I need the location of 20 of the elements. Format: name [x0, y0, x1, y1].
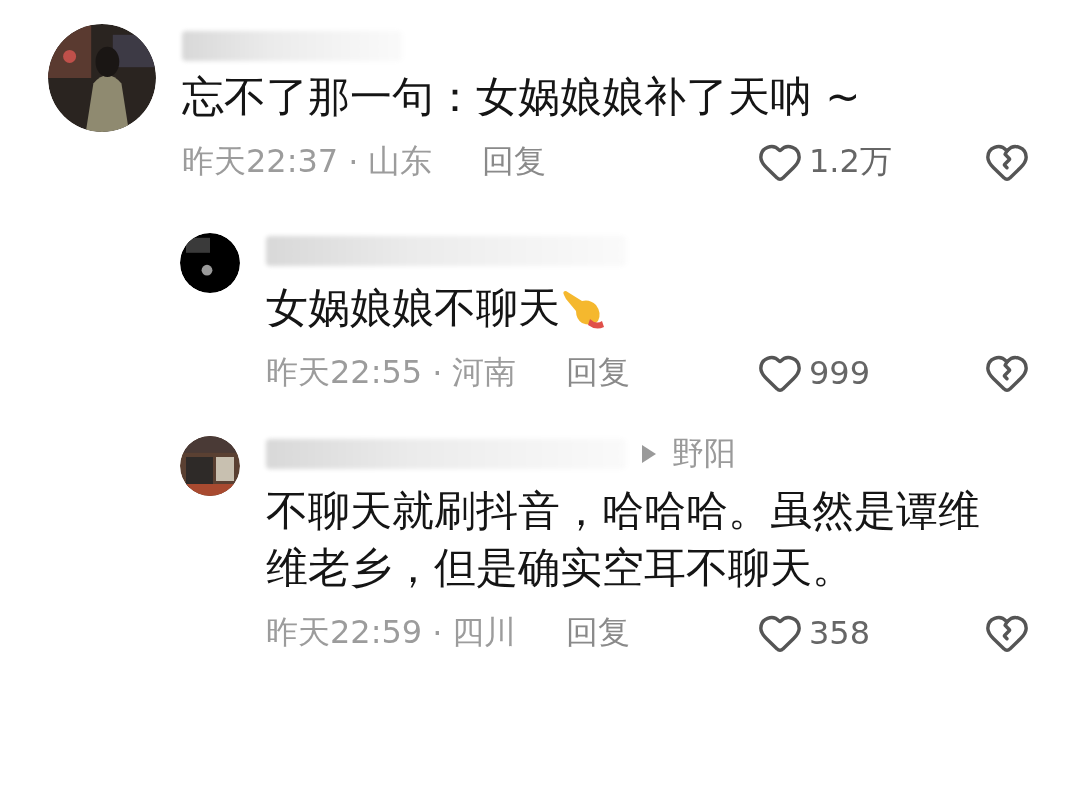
- separator-dot: ·: [432, 354, 443, 392]
- comment-location: 四川: [452, 612, 517, 653]
- like-count: 358: [809, 614, 871, 652]
- reply-to-name[interactable]: 野阳: [672, 432, 736, 476]
- reply-button[interactable]: 回复: [566, 611, 631, 655]
- comment-text: 女娲娘娘不聊天: [266, 282, 560, 334]
- like-count: 999: [809, 354, 871, 392]
- like-count: 1.2万: [809, 141, 892, 182]
- comment-location: 河南: [452, 352, 517, 393]
- comment-location: 山东: [368, 141, 433, 182]
- play-icon: [640, 443, 658, 465]
- separator-dot: ·: [432, 614, 443, 652]
- comment-time: 昨天22:59: [266, 612, 423, 653]
- reply-button[interactable]: 回复: [482, 140, 547, 184]
- reply-button[interactable]: 回复: [566, 351, 631, 395]
- comment-text: 不聊天就刷抖音，哈哈哈。虽然是谭维维老乡，但是确实空耳不聊天。: [266, 485, 981, 594]
- separator-dot: ·: [348, 143, 359, 181]
- comment-text: 忘不了那一句：女娲娘娘补了天呐 ~: [182, 71, 861, 123]
- comment-time: 昨天22:37: [182, 141, 339, 182]
- comment-time: 昨天22:55: [266, 352, 423, 393]
